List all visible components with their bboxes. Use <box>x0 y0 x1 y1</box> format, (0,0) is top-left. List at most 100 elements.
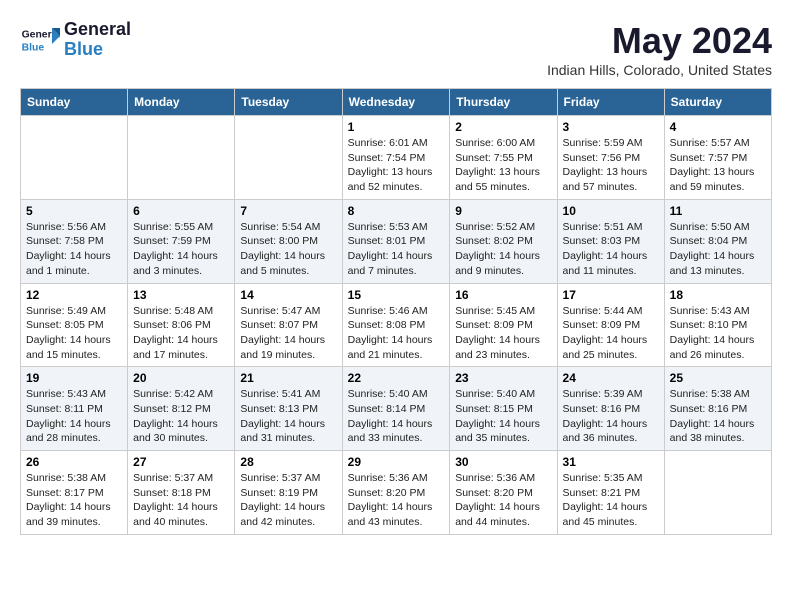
day-number: 17 <box>563 288 659 302</box>
calendar-week-row: 26 Sunrise: 5:38 AM Sunset: 8:17 PM Dayli… <box>21 451 772 535</box>
calendar-cell: 29 Sunrise: 5:36 AM Sunset: 8:20 PM Dayli… <box>342 451 450 535</box>
calendar-cell: 2 Sunrise: 6:00 AM Sunset: 7:55 PM Daylig… <box>450 116 557 200</box>
logo-text: General Blue <box>64 20 131 60</box>
day-number: 19 <box>26 371 122 385</box>
calendar-cell: 28 Sunrise: 5:37 AM Sunset: 8:19 PM Dayli… <box>235 451 342 535</box>
day-number: 7 <box>240 204 336 218</box>
day-info: Sunrise: 6:00 AM Sunset: 7:55 PM Dayligh… <box>455 136 551 195</box>
day-info: Sunrise: 5:37 AM Sunset: 8:19 PM Dayligh… <box>240 471 336 530</box>
day-number: 6 <box>133 204 229 218</box>
day-info: Sunrise: 5:43 AM Sunset: 8:10 PM Dayligh… <box>670 304 766 363</box>
day-number: 1 <box>348 120 445 134</box>
calendar-day-header: Friday <box>557 89 664 116</box>
calendar-day-header: Thursday <box>450 89 557 116</box>
calendar-cell: 10Sunrise: 5:51 AM Sunset: 8:03 PM Dayli… <box>557 199 664 283</box>
calendar-cell: 24Sunrise: 5:39 AM Sunset: 8:16 PM Dayli… <box>557 367 664 451</box>
day-number: 3 <box>563 120 659 134</box>
day-info: Sunrise: 5:52 AM Sunset: 8:02 PM Dayligh… <box>455 220 551 279</box>
day-number: 15 <box>348 288 445 302</box>
day-info: Sunrise: 5:40 AM Sunset: 8:14 PM Dayligh… <box>348 387 445 446</box>
calendar-cell: 6Sunrise: 5:55 AM Sunset: 7:59 PM Daylig… <box>128 199 235 283</box>
calendar-week-row: 12Sunrise: 5:49 AM Sunset: 8:05 PM Dayli… <box>21 283 772 367</box>
calendar-cell: 4 Sunrise: 5:57 AM Sunset: 7:57 PM Daylig… <box>664 116 771 200</box>
day-info: Sunrise: 5:36 AM Sunset: 8:20 PM Dayligh… <box>455 471 551 530</box>
day-info: Sunrise: 5:57 AM Sunset: 7:57 PM Dayligh… <box>670 136 766 195</box>
day-number: 24 <box>563 371 659 385</box>
day-info: Sunrise: 5:43 AM Sunset: 8:11 PM Dayligh… <box>26 387 122 446</box>
day-info: Sunrise: 5:36 AM Sunset: 8:20 PM Dayligh… <box>348 471 445 530</box>
day-number: 28 <box>240 455 336 469</box>
calendar-cell: 19 Sunrise: 5:43 AM Sunset: 8:11 PM Dayli… <box>21 367 128 451</box>
title-block: May 2024 Indian Hills, Colorado, United … <box>547 20 772 78</box>
calendar-cell <box>128 116 235 200</box>
day-number: 14 <box>240 288 336 302</box>
calendar-cell <box>21 116 128 200</box>
day-number: 5 <box>26 204 122 218</box>
calendar-cell: 1 Sunrise: 6:01 AM Sunset: 7:54 PM Daylig… <box>342 116 450 200</box>
day-number: 29 <box>348 455 445 469</box>
calendar-cell: 20Sunrise: 5:42 AM Sunset: 8:12 PM Dayli… <box>128 367 235 451</box>
day-info: Sunrise: 6:01 AM Sunset: 7:54 PM Dayligh… <box>348 136 445 195</box>
calendar-cell: 13 Sunrise: 5:48 AM Sunset: 8:06 PM Dayli… <box>128 283 235 367</box>
calendar-cell: 21 Sunrise: 5:41 AM Sunset: 8:13 PM Dayli… <box>235 367 342 451</box>
calendar-cell: 5 Sunrise: 5:56 AM Sunset: 7:58 PM Daylig… <box>21 199 128 283</box>
day-info: Sunrise: 5:47 AM Sunset: 8:07 PM Dayligh… <box>240 304 336 363</box>
calendar-cell: 16 Sunrise: 5:45 AM Sunset: 8:09 PM Dayli… <box>450 283 557 367</box>
day-info: Sunrise: 5:50 AM Sunset: 8:04 PM Dayligh… <box>670 220 766 279</box>
day-info: Sunrise: 5:35 AM Sunset: 8:21 PM Dayligh… <box>563 471 659 530</box>
day-info: Sunrise: 5:48 AM Sunset: 8:06 PM Dayligh… <box>133 304 229 363</box>
day-number: 8 <box>348 204 445 218</box>
calendar-cell: 12Sunrise: 5:49 AM Sunset: 8:05 PM Dayli… <box>21 283 128 367</box>
day-number: 22 <box>348 371 445 385</box>
day-info: Sunrise: 5:37 AM Sunset: 8:18 PM Dayligh… <box>133 471 229 530</box>
calendar-day-header: Monday <box>128 89 235 116</box>
day-number: 25 <box>670 371 766 385</box>
day-number: 20 <box>133 371 229 385</box>
calendar-day-header: Saturday <box>664 89 771 116</box>
calendar-cell: 22 Sunrise: 5:40 AM Sunset: 8:14 PM Dayli… <box>342 367 450 451</box>
calendar-cell: 31 Sunrise: 5:35 AM Sunset: 8:21 PM Dayli… <box>557 451 664 535</box>
day-number: 10 <box>563 204 659 218</box>
day-number: 12 <box>26 288 122 302</box>
calendar-week-row: 1 Sunrise: 6:01 AM Sunset: 7:54 PM Daylig… <box>21 116 772 200</box>
logo: General Blue General Blue <box>20 20 131 60</box>
day-number: 9 <box>455 204 551 218</box>
calendar-cell: 7Sunrise: 5:54 AM Sunset: 8:00 PM Daylig… <box>235 199 342 283</box>
day-number: 26 <box>26 455 122 469</box>
calendar-cell <box>235 116 342 200</box>
day-number: 16 <box>455 288 551 302</box>
subtitle: Indian Hills, Colorado, United States <box>547 62 772 78</box>
day-info: Sunrise: 5:44 AM Sunset: 8:09 PM Dayligh… <box>563 304 659 363</box>
day-number: 23 <box>455 371 551 385</box>
calendar-cell: 18Sunrise: 5:43 AM Sunset: 8:10 PM Dayli… <box>664 283 771 367</box>
calendar-day-header: Wednesday <box>342 89 450 116</box>
calendar-week-row: 19 Sunrise: 5:43 AM Sunset: 8:11 PM Dayli… <box>21 367 772 451</box>
calendar-week-row: 5 Sunrise: 5:56 AM Sunset: 7:58 PM Daylig… <box>21 199 772 283</box>
calendar-cell: 27 Sunrise: 5:37 AM Sunset: 8:18 PM Dayli… <box>128 451 235 535</box>
calendar-cell <box>664 451 771 535</box>
day-info: Sunrise: 5:38 AM Sunset: 8:17 PM Dayligh… <box>26 471 122 530</box>
day-number: 13 <box>133 288 229 302</box>
day-info: Sunrise: 5:46 AM Sunset: 8:08 PM Dayligh… <box>348 304 445 363</box>
calendar-cell: 14 Sunrise: 5:47 AM Sunset: 8:07 PM Dayli… <box>235 283 342 367</box>
calendar-cell: 25Sunrise: 5:38 AM Sunset: 8:16 PM Dayli… <box>664 367 771 451</box>
calendar-cell: 3 Sunrise: 5:59 AM Sunset: 7:56 PM Daylig… <box>557 116 664 200</box>
day-info: Sunrise: 5:53 AM Sunset: 8:01 PM Dayligh… <box>348 220 445 279</box>
calendar-cell: 11Sunrise: 5:50 AM Sunset: 8:04 PM Dayli… <box>664 199 771 283</box>
day-number: 2 <box>455 120 551 134</box>
logo-icon: General Blue <box>20 20 60 60</box>
day-number: 27 <box>133 455 229 469</box>
calendar-cell: 26 Sunrise: 5:38 AM Sunset: 8:17 PM Dayli… <box>21 451 128 535</box>
calendar-cell: 8 Sunrise: 5:53 AM Sunset: 8:01 PM Daylig… <box>342 199 450 283</box>
day-info: Sunrise: 5:59 AM Sunset: 7:56 PM Dayligh… <box>563 136 659 195</box>
main-title: May 2024 <box>547 20 772 62</box>
day-number: 31 <box>563 455 659 469</box>
day-number: 4 <box>670 120 766 134</box>
day-info: Sunrise: 5:45 AM Sunset: 8:09 PM Dayligh… <box>455 304 551 363</box>
calendar-cell: 23Sunrise: 5:40 AM Sunset: 8:15 PM Dayli… <box>450 367 557 451</box>
day-info: Sunrise: 5:41 AM Sunset: 8:13 PM Dayligh… <box>240 387 336 446</box>
page-header: General Blue General Blue May 2024 India… <box>20 20 772 78</box>
day-info: Sunrise: 5:56 AM Sunset: 7:58 PM Dayligh… <box>26 220 122 279</box>
day-number: 21 <box>240 371 336 385</box>
calendar-day-header: Sunday <box>21 89 128 116</box>
